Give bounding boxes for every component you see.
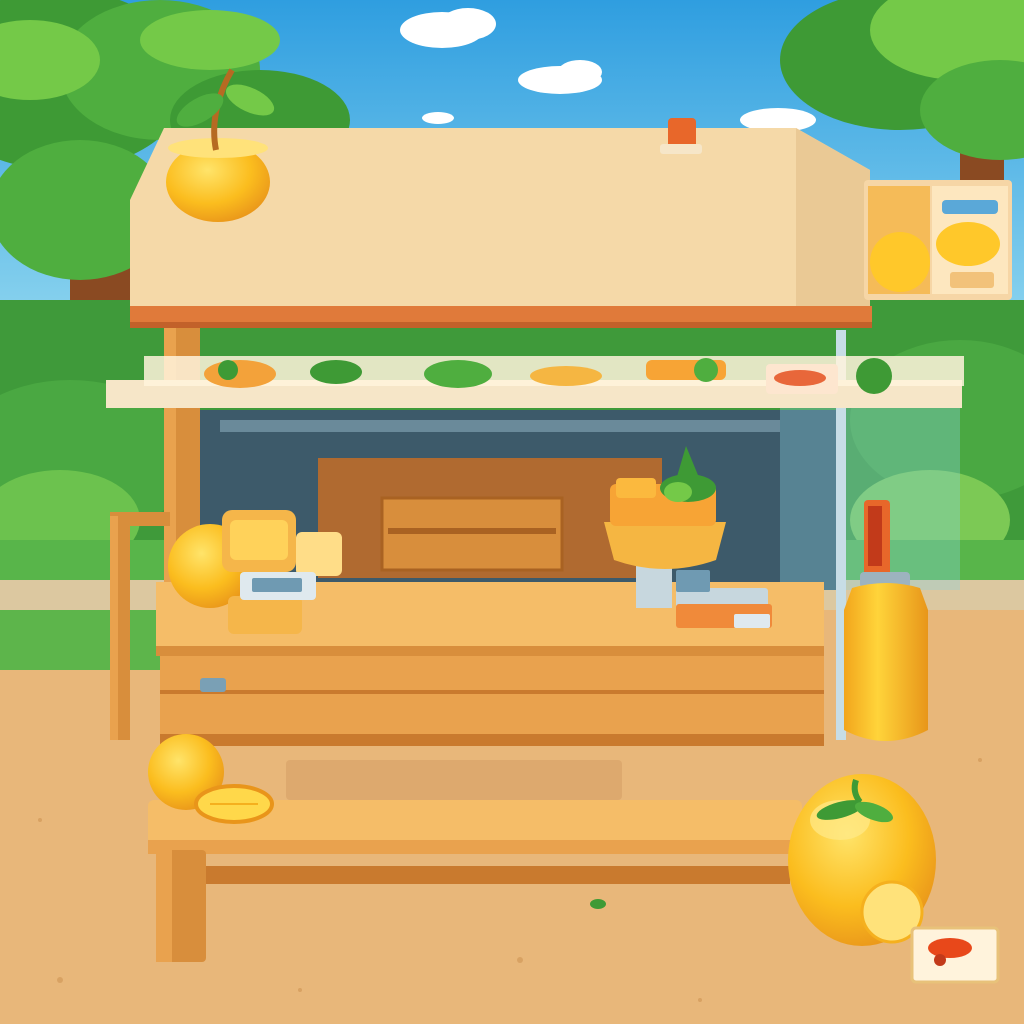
big-orange[interactable] xyxy=(788,774,936,946)
interior-shelf xyxy=(220,420,780,432)
dish-4 xyxy=(530,366,602,386)
ground-juice-packet[interactable] xyxy=(910,926,1000,984)
dish-3 xyxy=(424,360,492,388)
grass-strip xyxy=(0,610,160,670)
dish-2 xyxy=(310,360,362,384)
dish-1 xyxy=(204,360,276,388)
ground-leaf xyxy=(590,899,606,909)
display-shelf xyxy=(106,356,964,408)
juice-stand-scene xyxy=(0,0,1024,1024)
juice-menu-sign[interactable] xyxy=(864,180,1012,300)
